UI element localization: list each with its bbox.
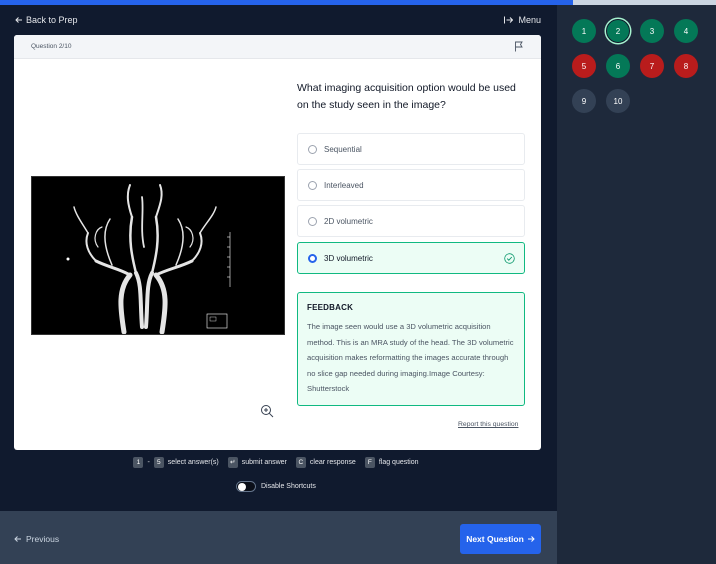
keyboard-shortcuts-legend: 1 - 5 select answer(s) ↵ submit answer C…	[0, 457, 557, 468]
key-f: F	[364, 457, 375, 468]
shortcut-submit: ↵ submit answer	[227, 457, 287, 468]
question-nav-10[interactable]: 10	[606, 89, 630, 113]
mra-image	[32, 177, 284, 335]
question-card: Question 2/10 What imaging acquisition o…	[14, 35, 541, 450]
answer-option-2d-volumetric[interactable]: 2D volumetric	[297, 205, 525, 237]
question-image[interactable]	[31, 176, 285, 335]
toggle-knob	[238, 483, 246, 491]
question-nav-9[interactable]: 9	[572, 89, 596, 113]
key-range-separator: -	[147, 459, 150, 466]
back-to-prep-label: Back to Prep	[26, 15, 78, 25]
question-nav-2[interactable]: 2	[606, 19, 630, 43]
question-nav-3[interactable]: 3	[640, 19, 664, 43]
shortcut-select-label: select answer(s)	[167, 459, 219, 466]
flag-icon[interactable]	[514, 41, 524, 52]
answer-option-interleaved[interactable]: Interleaved	[297, 169, 525, 201]
radio-button[interactable]	[308, 144, 317, 154]
key-1: 1	[133, 457, 144, 468]
bottom-nav-bar: Previous Next Question	[0, 511, 557, 564]
report-question-link[interactable]: Report this question	[458, 421, 518, 428]
question-nav-1[interactable]: 1	[572, 19, 596, 43]
menu-button[interactable]: Menu	[504, 15, 541, 25]
feedback-title: FEEDBACK	[307, 303, 354, 312]
next-question-label: Next Question	[466, 534, 524, 544]
answer-option-sequential[interactable]: Sequential	[297, 133, 525, 165]
feedback-text: The image seen would use a 3D volumetric…	[307, 322, 514, 393]
radio-button[interactable]	[308, 216, 317, 226]
back-to-prep-link[interactable]: Back to Prep	[15, 15, 78, 25]
radio-button-selected[interactable]	[308, 253, 317, 263]
question-nav-6[interactable]: 6	[606, 54, 630, 78]
radio-button[interactable]	[308, 180, 317, 190]
answer-option-label: Interleaved	[324, 180, 364, 190]
shortcut-select: 1 - 5 select answer(s)	[133, 457, 219, 468]
question-text: What imaging acquisition option would be…	[297, 82, 516, 111]
previous-label: Previous	[26, 534, 60, 544]
disable-shortcuts-toggle-row[interactable]: Disable Shortcuts	[236, 481, 316, 492]
question-card-header: Question 2/10	[14, 35, 541, 59]
answer-option-3d-volumetric[interactable]: 3D volumetric	[297, 242, 525, 274]
shortcut-submit-label: submit answer	[241, 459, 287, 466]
question-nav-4[interactable]: 4	[674, 19, 698, 43]
arrow-left-icon	[14, 536, 21, 542]
key-5: 5	[153, 457, 164, 468]
menu-label: Menu	[518, 15, 541, 25]
question-nav-7[interactable]: 7	[640, 54, 664, 78]
key-c: C	[295, 457, 306, 468]
answer-option-label: Sequential	[324, 144, 362, 154]
arrow-left-icon	[15, 17, 22, 23]
previous-button[interactable]: Previous	[14, 534, 59, 544]
disable-shortcuts-toggle[interactable]	[236, 481, 256, 492]
arrow-right-icon	[527, 536, 535, 542]
shortcut-clear-label: clear response	[309, 459, 356, 466]
question-nav-8[interactable]: 8	[674, 54, 698, 78]
feedback-box: FEEDBACK The image seen would use a 3D v…	[297, 292, 525, 406]
main-panel: Back to Prep Menu Question 2/10 What ima…	[0, 5, 557, 564]
question-number: Question 2/10	[31, 43, 72, 50]
check-circle-icon	[504, 253, 515, 264]
question-nav-5[interactable]: 5	[572, 54, 596, 78]
disable-shortcuts-label: Disable Shortcuts	[261, 483, 316, 490]
key-enter: ↵	[227, 457, 238, 468]
zoom-in-icon[interactable]	[260, 404, 274, 418]
answer-option-label: 2D volumetric	[324, 216, 373, 226]
answer-option-label: 3D volumetric	[324, 253, 373, 263]
shortcut-flag-label: flag question	[378, 459, 419, 466]
next-question-button[interactable]: Next Question	[460, 524, 541, 554]
shortcut-clear: C clear response	[295, 457, 356, 468]
shortcut-flag: F flag question	[364, 457, 419, 468]
menu-open-icon	[504, 16, 514, 24]
